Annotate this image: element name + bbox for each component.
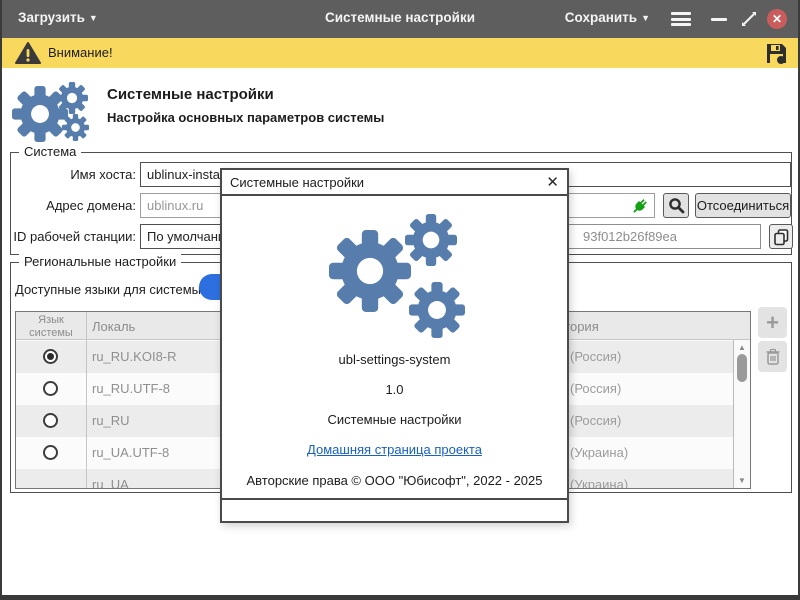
warning-bar: Внимание! bbox=[2, 38, 798, 68]
language-radio[interactable] bbox=[43, 381, 58, 396]
minimize-icon bbox=[711, 18, 727, 21]
close-window-button[interactable]: ✕ bbox=[764, 7, 790, 31]
chevron-down-icon: ▼ bbox=[641, 13, 650, 23]
minimize-button[interactable] bbox=[706, 7, 732, 31]
language-radio[interactable] bbox=[43, 413, 58, 428]
about-gears-icon bbox=[329, 214, 464, 339]
locale-cell: ru_RU bbox=[92, 413, 130, 428]
hamburger-menu-button[interactable] bbox=[668, 7, 694, 31]
copy-id-button[interactable] bbox=[769, 224, 793, 249]
close-icon: ✕ bbox=[767, 9, 787, 29]
domain-label: Адрес домена: bbox=[11, 193, 136, 218]
territory-cell: (Украина) bbox=[570, 477, 628, 489]
hostname-label: Имя хоста: bbox=[11, 162, 136, 187]
disconnect-button[interactable]: Отсоединиться bbox=[695, 193, 791, 218]
warning-text: Внимание! bbox=[48, 45, 113, 60]
language-radio[interactable] bbox=[43, 445, 58, 460]
titlebar: Загрузить▼ Системные настройки Сохранить… bbox=[2, 0, 798, 38]
copy-icon bbox=[773, 228, 790, 246]
locale-cell: ru_UA bbox=[92, 477, 129, 489]
about-app-name: ubl-settings-system bbox=[222, 352, 567, 367]
workstation-id-label: ID рабочей станции: bbox=[11, 224, 136, 249]
add-locale-button[interactable]: + bbox=[758, 307, 787, 338]
app-gears-icon bbox=[12, 82, 102, 140]
resize-diagonal-icon bbox=[740, 10, 758, 28]
save-menu-button[interactable]: Сохранить▼ bbox=[565, 10, 650, 25]
scroll-up-icon[interactable]: ▲ bbox=[734, 343, 750, 352]
maximize-button[interactable] bbox=[736, 7, 762, 31]
hamburger-icon bbox=[671, 12, 691, 26]
save-floppy-icon[interactable] bbox=[765, 42, 788, 65]
scrollbar-thumb[interactable] bbox=[737, 354, 747, 382]
about-dialog: Системные настройки ✕ ubl-settings-syste… bbox=[220, 168, 569, 523]
about-homepage-link[interactable]: Домашняя страница проекта bbox=[222, 442, 567, 457]
locale-cell: ru_RU.KOI8-R bbox=[92, 349, 177, 364]
about-dialog-titlebar: Системные настройки ✕ bbox=[222, 170, 567, 196]
about-dialog-title: Системные настройки bbox=[230, 175, 364, 190]
page-title: Системные настройки bbox=[107, 86, 274, 103]
scroll-down-icon[interactable]: ▼ bbox=[734, 476, 750, 485]
territory-cell: (Россия) bbox=[570, 413, 621, 428]
green-plug-icon bbox=[630, 197, 648, 215]
column-divider bbox=[86, 312, 87, 488]
app-window: Загрузить▼ Системные настройки Сохранить… bbox=[0, 0, 800, 600]
about-close-button[interactable]: ✕ bbox=[546, 173, 559, 191]
magnifier-icon bbox=[668, 197, 685, 214]
search-button[interactable] bbox=[663, 193, 689, 218]
available-languages-label: Доступные языки для системы: bbox=[15, 282, 205, 297]
column-header-language: Язык системы bbox=[16, 314, 86, 339]
about-description: Системные настройки bbox=[222, 412, 567, 427]
territory-cell: (Россия) bbox=[570, 381, 621, 396]
trash-icon bbox=[765, 348, 781, 366]
page-subtitle: Настройка основных параметров системы bbox=[107, 110, 384, 125]
territory-cell: (Россия) bbox=[570, 349, 621, 364]
regional-legend: Региональные настройки bbox=[19, 254, 181, 269]
about-copyright: Авторские права © ООО "Юбисофт", 2022 - … bbox=[222, 473, 567, 488]
about-footer-divider bbox=[222, 498, 567, 500]
system-legend: Система bbox=[19, 144, 81, 159]
territory-cell: (Украина) bbox=[570, 445, 628, 460]
locale-cell: ru_RU.UTF-8 bbox=[92, 381, 170, 396]
column-header-locale: Локаль bbox=[92, 319, 135, 334]
about-version: 1.0 bbox=[222, 382, 567, 397]
delete-locale-button[interactable] bbox=[758, 341, 787, 372]
warning-triangle-icon bbox=[15, 42, 41, 64]
language-radio[interactable] bbox=[43, 349, 58, 364]
locale-cell: ru_UA.UTF-8 bbox=[92, 445, 169, 460]
table-scrollbar[interactable]: ▲ ▼ bbox=[733, 340, 750, 488]
